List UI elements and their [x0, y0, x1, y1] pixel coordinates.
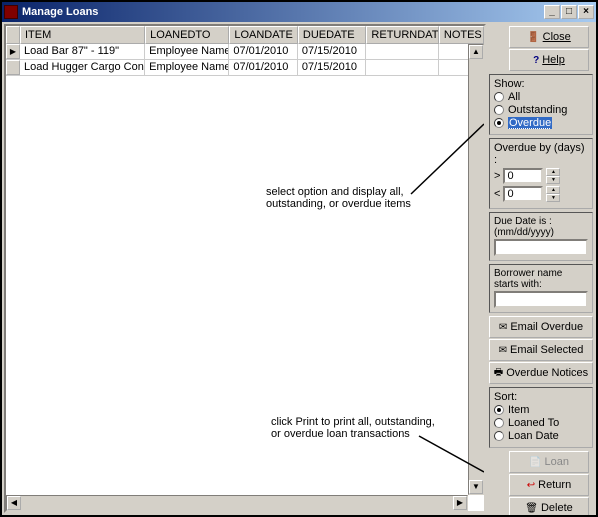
minimize-button[interactable]: _ [544, 5, 560, 19]
col-item[interactable]: ITEM [20, 26, 145, 44]
sort-group: Sort: Item Loaned To Loan Date [489, 387, 593, 448]
delete-button[interactable]: 🗑Delete [509, 497, 589, 515]
overdue-by-group: Overdue by (days) : > 0 ▲▼ < 0 ▲▼ [489, 138, 593, 209]
maximize-button[interactable]: □ [561, 5, 577, 19]
loan-icon: 📄 [529, 457, 541, 468]
borrower-label: Borrower name starts with: [494, 268, 588, 290]
annotation-show-filter: select option and display all, outstandi… [266, 186, 411, 210]
scroll-left-button[interactable]: ◀ [7, 496, 21, 510]
radio-sort-loandate[interactable]: Loan Date [494, 430, 588, 442]
col-duedate[interactable]: DUEDATE [298, 26, 367, 44]
vertical-scrollbar[interactable]: ▲ ▼ [468, 44, 484, 495]
scroll-up-button[interactable]: ▲ [469, 45, 483, 59]
row-selector[interactable]: ▶ [6, 44, 20, 59]
trash-icon: 🗑 [525, 503, 538, 514]
spin-up[interactable]: ▲ [546, 168, 560, 176]
email-icon: ✉ [499, 345, 507, 356]
cell-loanedto: Employee Name [145, 60, 229, 75]
window: Manage Loans _ □ × ITEM LOANEDTO LOANDAT… [0, 0, 598, 517]
row-selector[interactable] [6, 60, 20, 75]
radio-overdue[interactable]: Overdue [494, 117, 588, 129]
email-overdue-button[interactable]: ✉Email Overdue [489, 316, 593, 338]
scroll-down-button[interactable]: ▼ [469, 480, 483, 494]
due-date-group: Due Date is : (mm/dd/yyyy) [489, 212, 593, 261]
window-title: Manage Loans [22, 6, 544, 18]
radio-sort-item[interactable]: Item [494, 404, 588, 416]
due-date-label: Due Date is : (mm/dd/yyyy) [494, 216, 588, 238]
scroll-right-button[interactable]: ▶ [453, 496, 467, 510]
cell-loanedto: Employee Name [145, 44, 229, 59]
cell-loandate: 07/01/2010 [229, 60, 298, 75]
annotation-print: click Print to print all, outstanding, o… [271, 416, 435, 440]
return-button[interactable]: ↩Return [509, 474, 589, 496]
app-icon [4, 5, 18, 19]
cell-item: Load Bar 87" - 119" [20, 44, 145, 59]
cell-returndate [366, 60, 438, 75]
table-row[interactable]: Load Hugger Cargo Control S Employee Nam… [6, 60, 484, 76]
col-returndate[interactable]: RETURNDATE [366, 26, 438, 44]
cell-loandate: 07/01/2010 [229, 44, 298, 59]
email-selected-button[interactable]: ✉Email Selected [489, 339, 593, 361]
door-icon: 🚪 [527, 32, 539, 43]
radio-sort-loanedto[interactable]: Loaned To [494, 417, 588, 429]
cell-duedate: 07/15/2010 [298, 60, 367, 75]
titlebar[interactable]: Manage Loans _ □ × [2, 2, 596, 22]
overdue-by-label: Overdue by (days) : [494, 142, 588, 166]
printer-icon: 🖶 [494, 365, 503, 382]
table-row[interactable]: ▶ Load Bar 87" - 119" Employee Name 07/0… [6, 44, 484, 60]
lt-label: < [494, 188, 500, 200]
sort-label: Sort: [494, 391, 588, 403]
help-icon: ? [533, 55, 539, 66]
return-icon: ↩ [527, 480, 535, 491]
email-icon: ✉ [499, 322, 507, 333]
close-button[interactable]: 🚪 Close [509, 26, 589, 48]
show-group: Show: All Outstanding Overdue [489, 74, 593, 135]
borrower-input[interactable] [494, 291, 588, 308]
cell-returndate [366, 44, 438, 59]
due-date-input[interactable] [494, 239, 588, 256]
col-loanedto[interactable]: LOANEDTO [145, 26, 229, 44]
spin-down[interactable]: ▼ [546, 194, 560, 202]
overdue-notices-button[interactable]: 🖶Overdue Notices [489, 362, 593, 384]
radio-all[interactable]: All [494, 91, 588, 103]
cell-duedate: 07/15/2010 [298, 44, 367, 59]
overdue-lt-input[interactable]: 0 [503, 186, 543, 202]
grid-header-row: ITEM LOANEDTO LOANDATE DUEDATE RETURNDAT… [6, 26, 484, 44]
loans-grid[interactable]: ITEM LOANEDTO LOANDATE DUEDATE RETURNDAT… [4, 24, 486, 513]
grid-corner [6, 26, 20, 44]
close-window-button[interactable]: × [578, 5, 594, 19]
show-label: Show: [494, 78, 588, 90]
gt-label: > [494, 170, 500, 182]
help-button[interactable]: ? Help [509, 49, 589, 71]
horizontal-scrollbar[interactable]: ◀ ▶ [6, 495, 468, 511]
radio-outstanding[interactable]: Outstanding [494, 104, 588, 116]
overdue-gt-input[interactable]: 0 [503, 168, 543, 184]
borrower-group: Borrower name starts with: [489, 264, 593, 313]
spin-down[interactable]: ▼ [546, 176, 560, 184]
col-notes[interactable]: NOTES [439, 26, 484, 44]
cell-item: Load Hugger Cargo Control S [20, 60, 145, 75]
side-panel: 🚪 Close ? Help Show: All Outstanding Ove… [486, 22, 596, 515]
loan-button[interactable]: 📄Loan [509, 451, 589, 473]
col-loandate[interactable]: LOANDATE [229, 26, 298, 44]
spin-up[interactable]: ▲ [546, 186, 560, 194]
